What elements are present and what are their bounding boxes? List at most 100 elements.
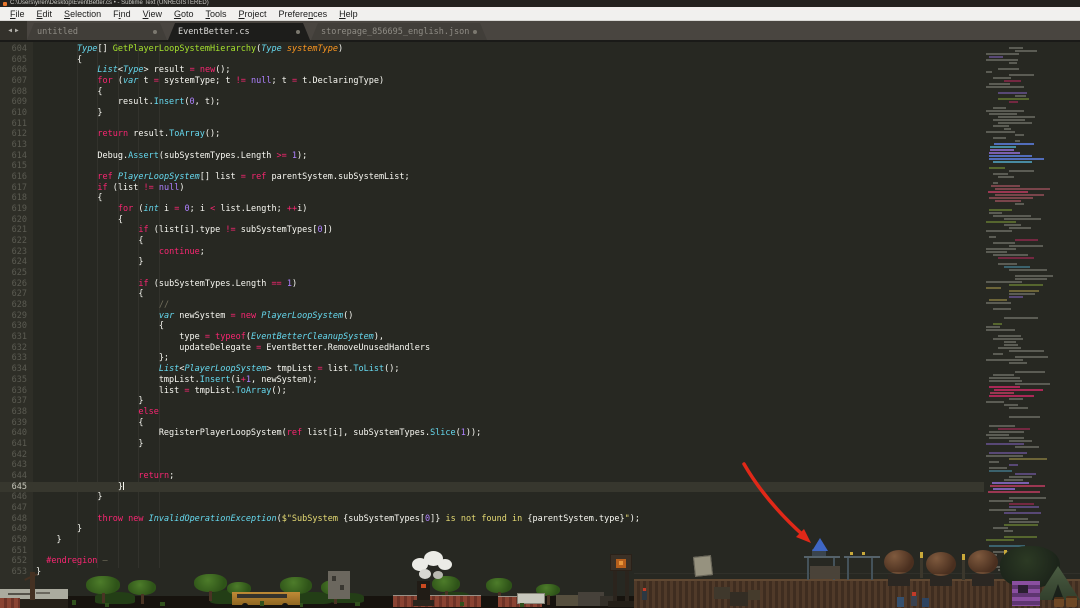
minimap-bar: [1015, 473, 1036, 475]
code-line-624[interactable]: 624 }: [0, 257, 984, 268]
minimap-bar: [1009, 557, 1030, 559]
code-line-615[interactable]: 615: [0, 161, 984, 172]
line-number: 648: [0, 514, 33, 525]
minimap-bar: [989, 299, 1007, 301]
line-number: 640: [0, 428, 33, 439]
code-line-640[interactable]: 640 RegisterPlayerLoopSystem(ref list[i]…: [0, 428, 984, 439]
menu-item-file[interactable]: File: [4, 9, 31, 19]
minimap-bar: [986, 110, 1024, 112]
menu-item-project[interactable]: Project: [233, 9, 273, 19]
code-line-618[interactable]: 618 {: [0, 193, 984, 204]
line-content: [33, 119, 36, 130]
tab-storepage-856695-english-json[interactable]: storepage_856695_english.json: [311, 23, 487, 40]
editor-pane[interactable]: 604 Type[] GetPlayerLoopSystemHierarchy(…: [0, 42, 1080, 608]
code-line-651[interactable]: 651: [0, 546, 984, 557]
code-line-644[interactable]: 644 return;: [0, 471, 984, 482]
code-line-639[interactable]: 639 {: [0, 418, 984, 429]
code-line-634[interactable]: 634 List<PlayerLoopSystem> tmpList = lis…: [0, 364, 984, 375]
tab-eventbetter-cs[interactable]: EventBetter.cs: [168, 23, 310, 40]
code-line-620[interactable]: 620 {: [0, 215, 984, 226]
minimap-bar: [993, 161, 1032, 163]
code-line-642[interactable]: 642: [0, 450, 984, 461]
code-line-606[interactable]: 606 List<Type> result = new();: [0, 65, 984, 76]
code-line-650[interactable]: 650 }: [0, 535, 984, 546]
code-line-633[interactable]: 633 };: [0, 353, 984, 364]
menu-item-find[interactable]: Find: [107, 9, 137, 19]
tab-untitled[interactable]: untitled: [27, 23, 167, 40]
tab-scroll-arrows[interactable]: ◀ ▶: [0, 21, 27, 40]
menu-item-view[interactable]: View: [137, 9, 168, 19]
code-lines[interactable]: 604 Type[] GetPlayerLoopSystemHierarchy(…: [0, 44, 984, 578]
minimap-bar: [1009, 284, 1043, 286]
minimap-bar: [1009, 398, 1023, 400]
code-line-632[interactable]: 632 updateDelegate = EventBetter.RemoveU…: [0, 343, 984, 354]
code-line-648[interactable]: 648 throw new InvalidOperationException(…: [0, 514, 984, 525]
menu-item-preferences[interactable]: Preferences: [273, 9, 334, 19]
menu-item-selection[interactable]: Selection: [58, 9, 107, 19]
code-line-638[interactable]: 638 else: [0, 407, 984, 418]
line-content: return result.ToArray();: [33, 129, 220, 140]
code-line-630[interactable]: 630 {: [0, 321, 984, 332]
menu-item-edit[interactable]: Edit: [31, 9, 59, 19]
code-line-628[interactable]: 628 //: [0, 300, 984, 311]
minimap-bar: [1004, 266, 1030, 268]
code-line-653[interactable]: 653}: [0, 567, 984, 578]
code-line-649[interactable]: 649 }: [0, 524, 984, 535]
minimap-bar: [998, 263, 1017, 265]
code-line-635[interactable]: 635 tmpList.Insert(i+1, newSystem);: [0, 375, 984, 386]
code-line-652[interactable]: 652 #endregion –: [0, 556, 984, 567]
code-line-625[interactable]: 625: [0, 268, 984, 279]
line-content: RegisterPlayerLoopSystem(ref list[i], su…: [33, 428, 481, 439]
minimap-bar: [993, 173, 1008, 175]
minimap-bar: [1015, 383, 1050, 385]
tab-label: EventBetter.cs: [178, 27, 250, 37]
line-number: 644: [0, 471, 33, 482]
code-line-629[interactable]: 629 var newSystem = new PlayerLoopSystem…: [0, 311, 984, 322]
code-line-609[interactable]: 609 result.Insert(0, t);: [0, 97, 984, 108]
code-line-631[interactable]: 631 type = typeof(EventBetterCleanupSyst…: [0, 332, 984, 343]
code-line-645[interactable]: 645 }: [0, 482, 984, 493]
code-line-614[interactable]: 614 Debug.Assert(subSystemTypes.Length >…: [0, 151, 984, 162]
code-line-617[interactable]: 617 if (list != null): [0, 183, 984, 194]
line-number: 619: [0, 204, 33, 215]
line-content: result.Insert(0, t);: [33, 97, 220, 108]
line-content: {: [33, 55, 82, 66]
code-line-622[interactable]: 622 {: [0, 236, 984, 247]
code-line-627[interactable]: 627 {: [0, 289, 984, 300]
code-line-641[interactable]: 641 }: [0, 439, 984, 450]
code-line-646[interactable]: 646 }: [0, 492, 984, 503]
code-line-608[interactable]: 608 {: [0, 87, 984, 98]
code-line-605[interactable]: 605 {: [0, 55, 984, 66]
minimap[interactable]: [984, 44, 1052, 574]
code-line-643[interactable]: 643: [0, 460, 984, 471]
menu-item-goto[interactable]: Goto: [168, 9, 200, 19]
code-line-621[interactable]: 621 if (list[i].type != subSystemTypes[0…: [0, 225, 984, 236]
code-line-619[interactable]: 619 for (int i = 0; i < list.Length; ++i…: [0, 204, 984, 215]
minimap-bar: [989, 509, 1016, 511]
code-line-610[interactable]: 610 }: [0, 108, 984, 119]
minimap-bar: [990, 149, 1015, 151]
code-line-637[interactable]: 637 }: [0, 396, 984, 407]
code-line-623[interactable]: 623 continue;: [0, 247, 984, 258]
minimap-bar: [993, 338, 1023, 340]
menu-item-tools[interactable]: Tools: [200, 9, 233, 19]
tab-scroll-right-icon[interactable]: ▶: [15, 27, 19, 34]
minimap-bar: [990, 392, 1014, 394]
minimap-bar: [989, 545, 1024, 547]
tab-scroll-left-icon[interactable]: ◀: [8, 27, 12, 34]
line-number: 634: [0, 364, 33, 375]
menu-item-help[interactable]: Help: [333, 9, 364, 19]
code-line-616[interactable]: 616 ref PlayerLoopSystem[] list = ref pa…: [0, 172, 984, 183]
dirty-dot-icon: [296, 30, 300, 34]
code-line-612[interactable]: 612 return result.ToArray();: [0, 129, 984, 140]
code-line-647[interactable]: 647: [0, 503, 984, 514]
code-line-636[interactable]: 636 list = tmpList.ToArray();: [0, 386, 984, 397]
code-line-604[interactable]: 604 Type[] GetPlayerLoopSystemHierarchy(…: [0, 44, 984, 55]
minimap-bar: [986, 554, 997, 556]
line-number: 612: [0, 129, 33, 140]
code-line-611[interactable]: 611: [0, 119, 984, 130]
code-line-626[interactable]: 626 if (subSystemTypes.Length == 1): [0, 279, 984, 290]
line-number: 624: [0, 257, 33, 268]
code-line-613[interactable]: 613: [0, 140, 984, 151]
code-line-607[interactable]: 607 for (var t = systemType; t != null; …: [0, 76, 984, 87]
